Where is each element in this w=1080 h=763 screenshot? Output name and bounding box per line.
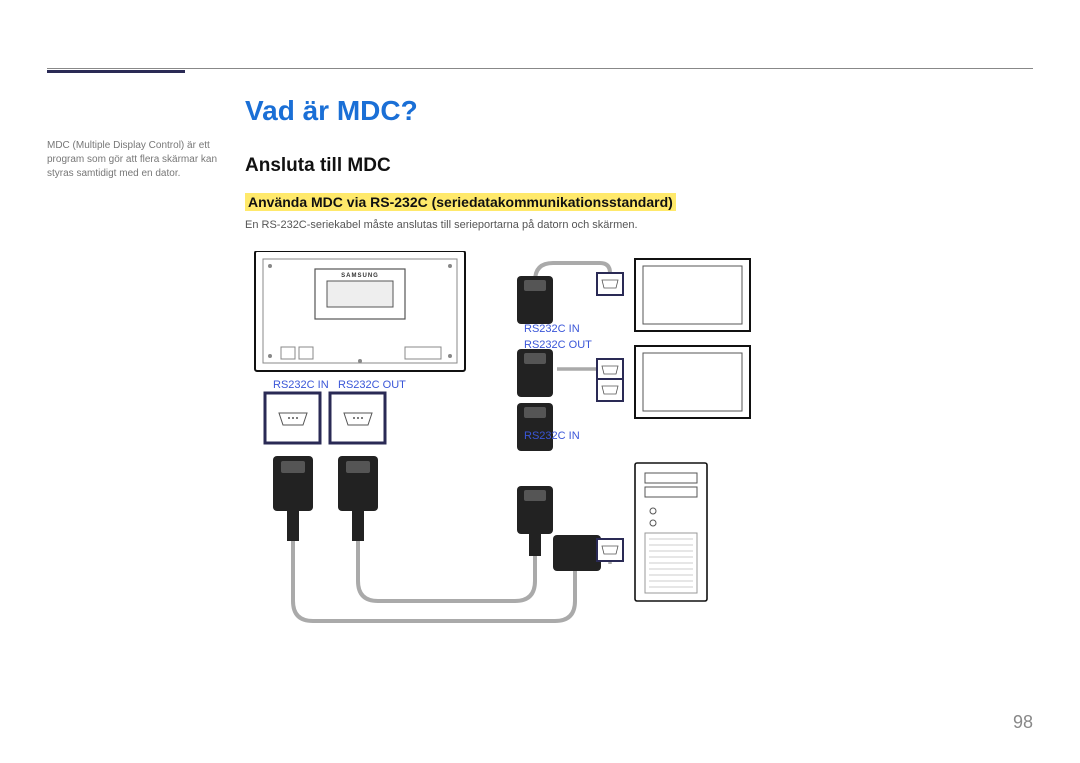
port-label-rs232c-in: RS232C IN: [524, 430, 580, 442]
body-paragraph: En RS-232C-seriekabel måste anslutas til…: [245, 219, 1033, 231]
port-box-out-icon: [330, 393, 385, 443]
main-content: Vad är MDC? Ansluta till MDC Använda MDC…: [245, 95, 1033, 651]
serial-port-icon: [597, 273, 623, 295]
port-box-in-icon: [265, 393, 320, 443]
serial-port-icon: [597, 539, 623, 561]
page-title: Vad är MDC?: [245, 95, 1033, 127]
section-heading: Ansluta till MDC: [245, 155, 1033, 177]
serial-port-icon: [597, 359, 623, 381]
header-rule-thin: [47, 68, 1033, 69]
serial-connector-icon: [338, 456, 378, 541]
serial-connector-icon: [273, 456, 313, 541]
monitor-icon: [635, 259, 750, 331]
serial-connector-icon: [553, 535, 601, 571]
serial-connector-icon: [517, 486, 553, 556]
port-label-rs232c-in: RS232C IN: [273, 379, 329, 391]
port-label-rs232c-out: RS232C OUT: [524, 339, 592, 351]
monitor-icon: [635, 346, 750, 418]
display-back-panel-icon: SAMSUNG: [255, 251, 465, 371]
serial-connector-icon: [517, 349, 553, 397]
subsection-heading-highlight: Använda MDC via RS-232C (seriedatakommun…: [245, 193, 676, 211]
header-rule-bold: [47, 70, 185, 73]
cable-icon: [358, 541, 535, 601]
serial-port-icon: [597, 379, 623, 401]
diagram-svg: SAMSUNG: [245, 251, 945, 651]
port-label-rs232c-out: RS232C OUT: [338, 379, 406, 391]
sidebar-note: MDC (Multiple Display Control) är ett pr…: [47, 139, 222, 181]
svg-text:SAMSUNG: SAMSUNG: [341, 273, 379, 279]
pc-tower-icon: [635, 463, 707, 601]
port-label-rs232c-in: RS232C IN: [524, 323, 580, 335]
serial-connector-icon: [517, 276, 553, 324]
page-number: 98: [1013, 712, 1033, 733]
connection-diagram: SAMSUNG: [245, 251, 945, 651]
serial-connector-icon: [517, 403, 553, 451]
